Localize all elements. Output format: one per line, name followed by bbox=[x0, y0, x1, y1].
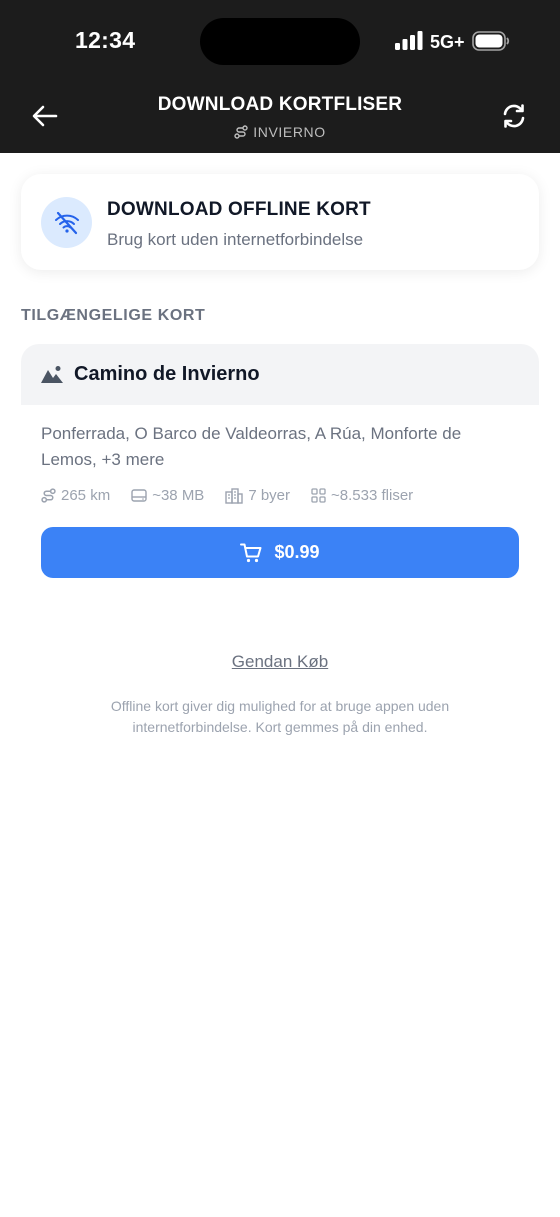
page-title: DOWNLOAD KORTFLISER bbox=[157, 94, 403, 115]
stat-distance: 265 km bbox=[41, 487, 110, 504]
stat-tiles-value: ~8.533 fliser bbox=[331, 487, 414, 504]
status-time: 12:34 bbox=[75, 27, 136, 53]
restore-purchase-link[interactable]: Gendan Køb bbox=[232, 652, 328, 671]
mountain-icon bbox=[41, 366, 63, 383]
route-subtitle: INVIERNO bbox=[0, 124, 560, 140]
buy-price: $0.99 bbox=[274, 542, 320, 562]
offline-info-card: DOWNLOAD OFFLINE KORT Brug kort uden int… bbox=[21, 174, 539, 270]
route-subtitle-text: INVIERNO bbox=[253, 124, 326, 140]
map-stats: 265 km ~38 MB 7 byer ~8.533 fliser bbox=[41, 487, 413, 504]
stat-towns-value: 7 byer bbox=[248, 487, 291, 504]
map-card: Camino de Invierno Ponferrada, O Barco d… bbox=[21, 344, 539, 584]
offline-card-subtitle: Brug kort uden internetforbindelse bbox=[107, 230, 364, 249]
grid-icon bbox=[311, 488, 326, 503]
network-label: 5G+ bbox=[430, 32, 465, 52]
wifi-off-icon bbox=[54, 211, 79, 234]
refresh-icon bbox=[503, 104, 525, 128]
footnote: Offline kort giver dig mulighed for at b… bbox=[110, 698, 450, 735]
status-bar: 12:34 5G+ bbox=[0, 0, 560, 80]
wifi-off-badge bbox=[41, 197, 92, 248]
stat-size-value: ~38 MB bbox=[152, 487, 205, 504]
buildings-icon bbox=[225, 487, 244, 504]
route-icon bbox=[41, 488, 56, 503]
app-header: DOWNLOAD KORTFLISER INVIERNO bbox=[0, 80, 560, 153]
signal-icon bbox=[395, 31, 423, 50]
stat-distance-value: 265 km bbox=[61, 487, 111, 504]
map-towns: Ponferrada, O Barco de Valdeorras, A Rúa… bbox=[41, 424, 462, 469]
map-card-header: Camino de Invierno bbox=[21, 344, 539, 405]
map-name: Camino de Invierno bbox=[74, 363, 260, 385]
buy-button[interactable]: $0.99 bbox=[41, 527, 519, 578]
restore-purchase-row: Gendan Køb bbox=[0, 652, 560, 672]
section-label: TILGÆNGELIGE KORT bbox=[21, 307, 206, 324]
stat-size: ~38 MB bbox=[131, 487, 204, 504]
route-icon bbox=[234, 125, 248, 139]
dynamic-island bbox=[200, 18, 360, 65]
storage-icon bbox=[131, 489, 147, 502]
battery-icon bbox=[472, 31, 510, 51]
stat-towns: 7 byer bbox=[225, 487, 290, 504]
refresh-button[interactable] bbox=[496, 98, 532, 134]
cart-icon bbox=[240, 543, 262, 562]
offline-card-title: DOWNLOAD OFFLINE KORT bbox=[107, 199, 371, 220]
stat-tiles: ~8.533 fliser bbox=[311, 487, 413, 504]
